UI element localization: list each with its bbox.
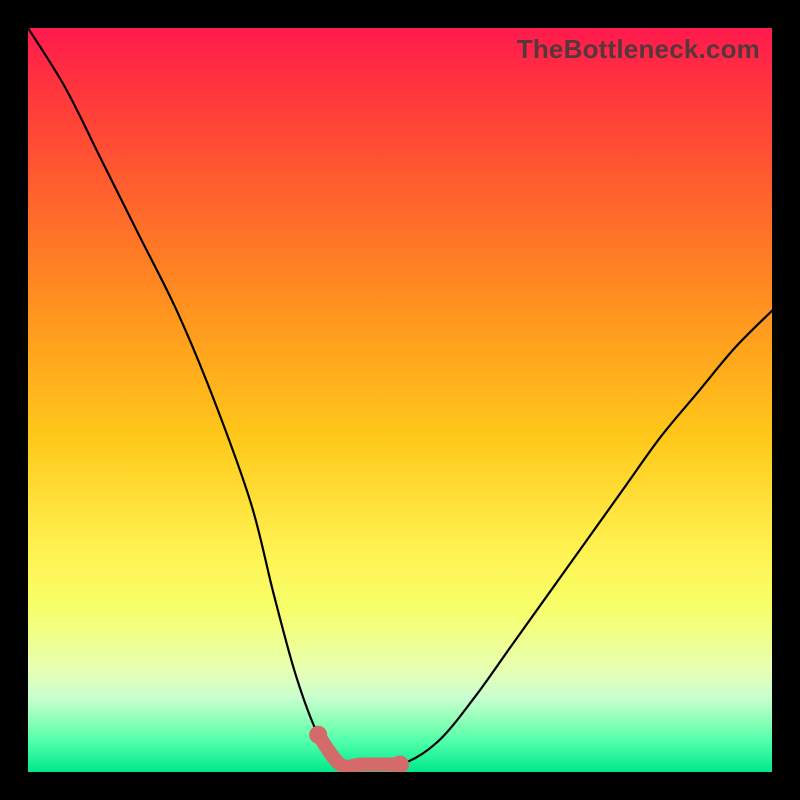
valley-highlight-line — [318, 735, 400, 767]
curve-svg — [28, 28, 772, 772]
bottleneck-curve-line — [28, 28, 772, 767]
plot-area: TheBottleneck.com — [28, 28, 772, 772]
chart-frame: TheBottleneck.com — [0, 0, 800, 800]
valley-start-dot — [309, 726, 327, 744]
